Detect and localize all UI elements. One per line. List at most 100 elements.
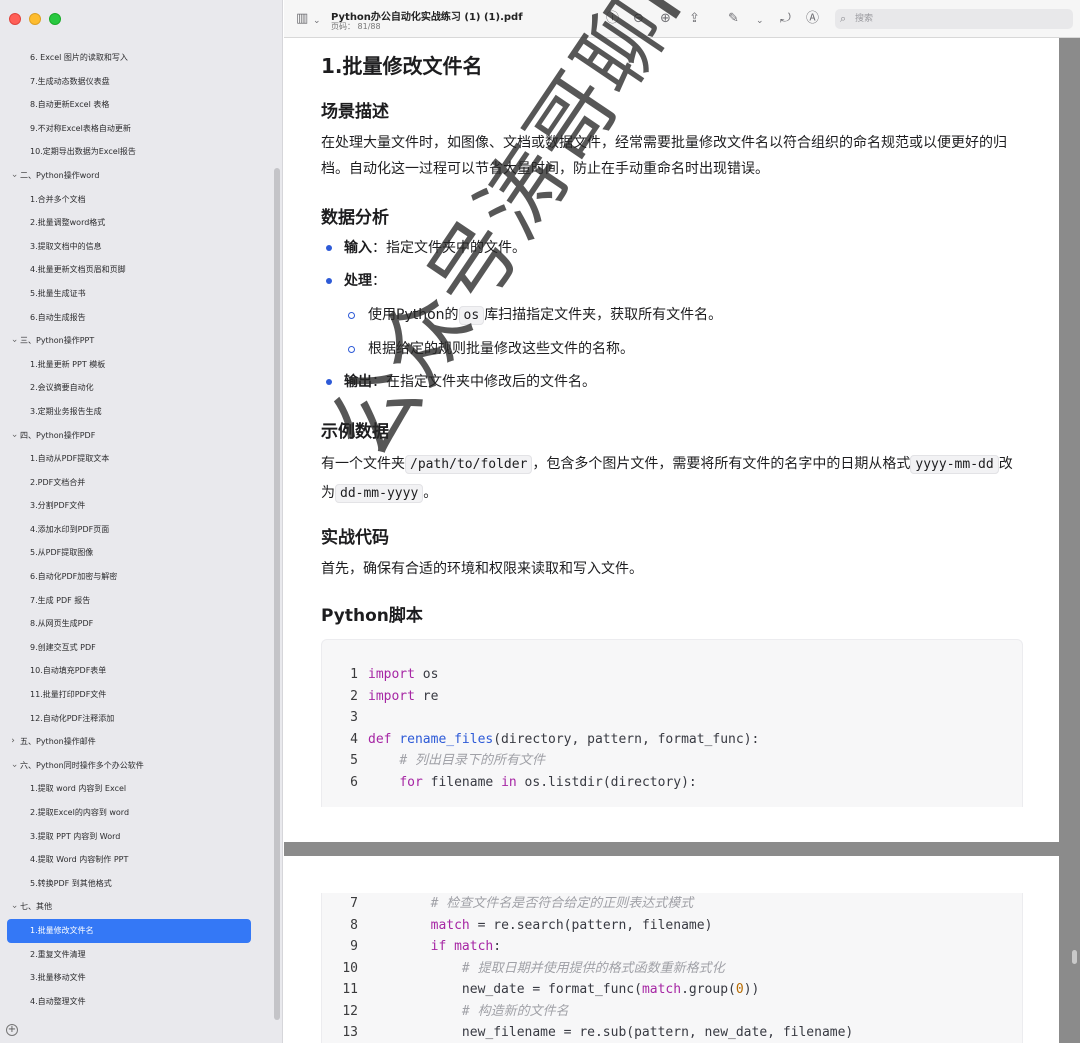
sidebar-item[interactable]: 4.添加水印到PDF页面 xyxy=(0,518,270,542)
code-line: 4 def rename_files(directory, pattern, fo… xyxy=(322,729,759,750)
line-number: 8 xyxy=(350,917,358,933)
sidebar-item[interactable]: 5.从PDF提取图像 xyxy=(0,541,270,565)
code-line: 10 # 提取日期并使用提供的格式函数重新格式化 xyxy=(322,958,725,979)
zoom-out-icon[interactable]: ⊖ xyxy=(633,11,644,27)
sidebar-item[interactable]: 8.自动更新Excel 表格 xyxy=(0,93,270,117)
line-number: 12 xyxy=(342,1003,358,1019)
pdf-page: 1.批量修改文件名 场景描述 在处理大量文件时，如图像、文档或数据文件，经常需要… xyxy=(284,38,1059,842)
share-icon[interactable]: ⇪ xyxy=(689,11,700,27)
code-text: # 构造新的文件名 xyxy=(461,1003,569,1019)
sidebar-scrollbar[interactable] xyxy=(274,168,280,1020)
code-line: 5 # 列出目录下的所有文件 xyxy=(322,750,545,771)
sidebar-item[interactable]: 6. Excel 图片的读取和写入 xyxy=(0,46,270,70)
sidebar-item[interactable]: 10.自动填充PDF表单 xyxy=(0,659,270,683)
minimize-window-button[interactable] xyxy=(29,13,41,25)
example-text: 有一个文件夹/path/to/folder ，包含多个图片文件，需要将所有文件的名… xyxy=(321,450,1021,508)
sidebar-item[interactable]: 3.提取文档中的信息 xyxy=(0,235,270,259)
sidebar-section[interactable]: 六、Python同时操作多个办公软件 xyxy=(0,754,270,778)
line-number: 13 xyxy=(342,1025,358,1040)
code-text: new_filename = re.sub(pattern, new_date,… xyxy=(368,1025,854,1040)
sidebar-item[interactable]: 6.自动化PDF加密与解密 xyxy=(0,565,270,589)
sidebar-section[interactable]: 三、Python操作PPT xyxy=(0,329,270,353)
sidebar-section[interactable]: 四、Python操作PDF xyxy=(0,424,270,448)
code-line: 13 new_filename = re.sub(pattern, new_da… xyxy=(322,1022,853,1043)
code-text: for filename in os.listdir(directory): xyxy=(399,774,697,790)
zoom-in-icon[interactable]: ⊕ xyxy=(660,11,671,27)
line-number: 4 xyxy=(350,731,358,747)
sidebar-item[interactable]: 1.提取 word 内容到 Excel xyxy=(0,777,270,801)
sub-bullet-icon xyxy=(348,312,355,319)
sidebar-item[interactable]: 11.批量打印PDF文件 xyxy=(0,683,270,707)
maximize-window-button[interactable] xyxy=(49,13,61,25)
sidebar-item[interactable]: 4.批量更新文档页眉和页脚 xyxy=(0,258,270,282)
sidebar-item[interactable]: 12.自动化PDF注释添加 xyxy=(0,707,270,731)
document-view[interactable]: 1.批量修改文件名 场景描述 在处理大量文件时，如图像、文档或数据文件，经常需要… xyxy=(284,38,1080,1043)
code-text: # 提取日期并使用提供的格式函数重新格式化 xyxy=(461,960,725,976)
line-number: 5 xyxy=(350,753,358,768)
sidebar-item[interactable]: 3.提取 PPT 内容到 Word xyxy=(0,825,270,849)
inline-code: os xyxy=(458,306,485,325)
sidebar-item[interactable]: 2.提取Excel的内容到 word xyxy=(0,801,270,825)
search-input[interactable]: ⌕ 搜索 xyxy=(835,9,1073,29)
sidebar-item[interactable]: 2.批量调整word格式 xyxy=(0,211,270,235)
output-text: ：在指定文件夹中修改后的文件名。 xyxy=(372,374,596,390)
example-title: 示例数据 xyxy=(321,422,389,442)
line-number: 10 xyxy=(342,960,358,976)
info-icon[interactable]: ⓘ xyxy=(606,11,619,27)
code-text: # 列出目录下的所有文件 xyxy=(399,753,545,768)
window-controls xyxy=(9,13,61,25)
sidebar-item[interactable]: 7.生成 PDF 报告 xyxy=(0,589,270,613)
sidebar-item[interactable]: 3.批量移动文件 xyxy=(0,966,270,990)
add-icon[interactable]: + xyxy=(6,1024,18,1036)
sidebar-section[interactable]: 七、其他 xyxy=(0,895,270,919)
sidebar-item[interactable]: 1.合并多个文档 xyxy=(0,188,270,212)
annotate-icon[interactable]: Ⓐ xyxy=(806,11,819,27)
sidebar-item[interactable]: 1.批量更新 PPT 模板 xyxy=(0,353,270,377)
sidebar-item[interactable]: 5.批量生成证书 xyxy=(0,282,270,306)
close-window-button[interactable] xyxy=(9,13,21,25)
sidebar-section[interactable]: 五、Python操作邮件 xyxy=(0,730,270,754)
process-label: 处理 xyxy=(344,273,372,289)
sub-item-text: 根据给定的规则批量修改这些文件的名称。 xyxy=(368,341,634,357)
bullet-icon xyxy=(326,278,332,284)
code-text: # 检查文件名是否符合给定的正则表达式模式 xyxy=(430,896,694,911)
sub-item-text: 库扫描指定文件夹，获取所有文件名。 xyxy=(484,307,723,323)
text-span: 。 xyxy=(423,485,438,501)
input-text: ：指定文件夹中的文件。 xyxy=(372,240,526,256)
sidebar-item[interactable]: 3.分割PDF文件 xyxy=(0,494,270,518)
sidebar-item[interactable]: 4.自动整理文件 xyxy=(0,990,270,1014)
line-number: 11 xyxy=(342,982,358,997)
sidebar-toggle-icon[interactable]: ▥ xyxy=(296,11,308,27)
document-scrollbar[interactable] xyxy=(1072,950,1077,964)
sidebar-item[interactable]: 2.会议摘要自动化 xyxy=(0,376,270,400)
sidebar-item[interactable]: 4.提取 Word 内容制作 PPT xyxy=(0,848,270,872)
code-line: 8 match = re.search(pattern, filename) xyxy=(322,915,712,936)
sidebar-item[interactable]: 6.自动生成报告 xyxy=(0,306,270,330)
markup-pen-icon[interactable]: ✎ xyxy=(728,11,739,27)
chevron-down-icon[interactable]: ⌄ xyxy=(313,13,321,29)
pdf-page: 7 # 检查文件名是否符合给定的正则表达式模式 8 match = re.sear… xyxy=(284,856,1059,1043)
sidebar-item[interactable]: 10.定期导出数据为Excel报告 xyxy=(0,140,270,164)
list-item: 处理： xyxy=(326,271,386,291)
code-line: 12 # 构造新的文件名 xyxy=(322,1001,569,1022)
rotate-icon[interactable]: ⤾ xyxy=(780,11,791,27)
sidebar-item[interactable]: 9.不对称Excel表格自动更新 xyxy=(0,117,270,141)
sidebar-item[interactable]: 7.生成动态数据仪表盘 xyxy=(0,70,270,94)
code-line: 11 new_date = format_func(match.group(0)… xyxy=(322,979,759,1000)
sidebar-item[interactable]: 1.自动从PDF提取文本 xyxy=(0,447,270,471)
sidebar-item[interactable]: 9.创建交互式 PDF xyxy=(0,636,270,660)
sidebar-item[interactable]: 2.PDF文档合并 xyxy=(0,471,270,495)
markup-chevron-icon[interactable]: ⌄ xyxy=(756,13,764,29)
page-indicator: 页码： 81/88 xyxy=(331,22,381,31)
sidebar-item[interactable]: 2.重复文件清理 xyxy=(0,943,270,967)
code-text: def rename_files(directory, pattern, for… xyxy=(368,731,760,747)
sidebar-item[interactable]: 8.从网页生成PDF xyxy=(0,612,270,636)
code-section-title: 实战代码 xyxy=(321,528,389,548)
sidebar-section[interactable]: 二、Python操作word xyxy=(0,164,270,188)
code-text: match = re.search(pattern, filename) xyxy=(430,917,713,933)
sidebar-item[interactable]: 3.定期业务报告生成 xyxy=(0,400,270,424)
sidebar: 6. Excel 图片的读取和写入 7.生成动态数据仪表盘 8.自动更新Excel … xyxy=(0,0,283,1043)
sidebar-item[interactable]: 5.转换PDF 到其他格式 xyxy=(0,872,270,896)
sidebar-item[interactable]: 1.批量修改文件名 xyxy=(7,918,251,943)
scene-title: 场景描述 xyxy=(321,102,389,122)
